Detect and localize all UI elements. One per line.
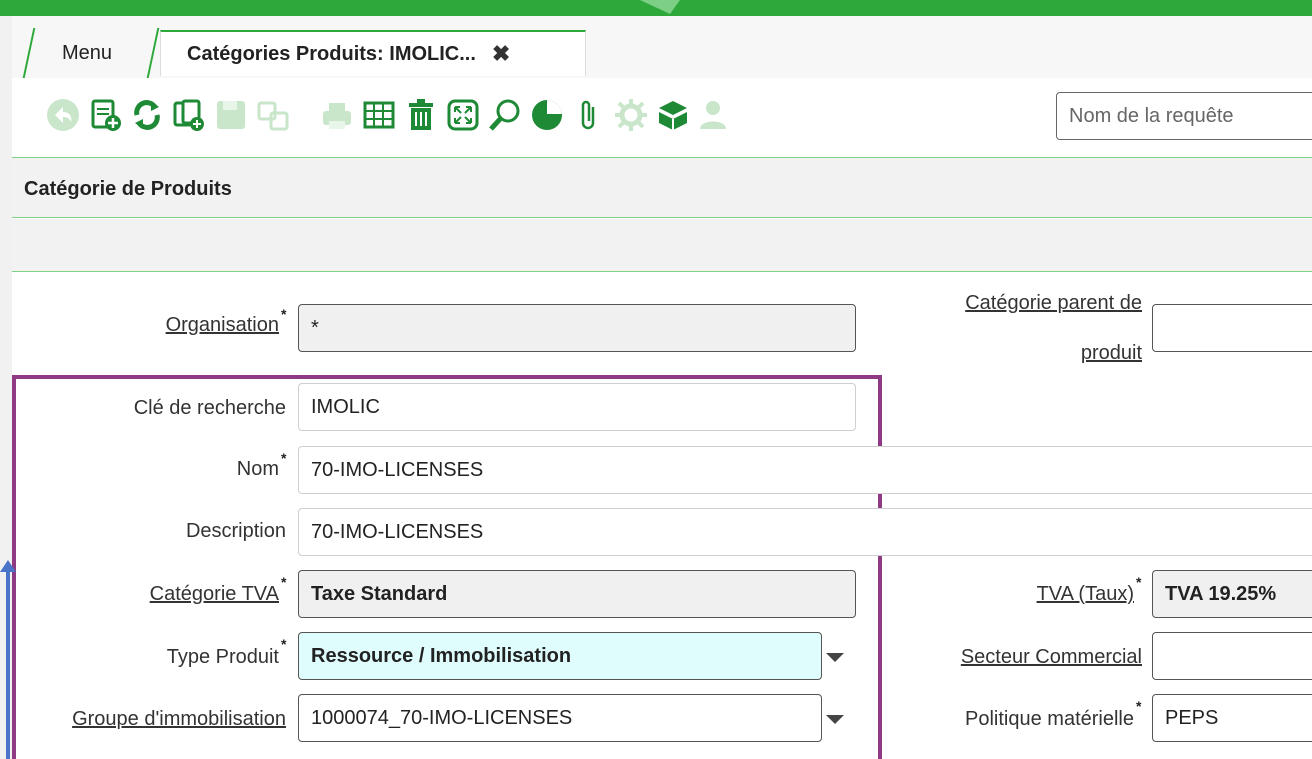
chevron-down-icon[interactable]	[826, 653, 844, 662]
description-value: 70-IMO-LICENSES	[311, 521, 484, 543]
chart-icon[interactable]	[526, 94, 568, 136]
section-title: Catégorie de Produits	[24, 178, 232, 200]
section-header: Catégorie de Produits	[12, 158, 1312, 218]
cle-recherche-label: Clé de recherche	[133, 397, 286, 419]
groupe-immobilisation-value: 1000074_70-IMO-LICENSES	[311, 707, 573, 729]
grid-view-icon[interactable]	[358, 94, 400, 136]
copy-record-icon[interactable]	[168, 94, 210, 136]
close-icon[interactable]: ✖	[492, 41, 510, 67]
toolbar: Nom de la requête	[12, 78, 1312, 158]
nom-label: Nom	[236, 458, 279, 480]
type-produit-select[interactable]: Ressource / Immobilisation	[298, 632, 822, 680]
new-record-icon[interactable]	[84, 94, 126, 136]
attachment-icon[interactable]	[568, 94, 610, 136]
politique-materielle-value: PEPS	[1165, 707, 1219, 729]
categorie-tva-value: Taxe Standard	[311, 583, 448, 605]
nom-field[interactable]: 70-IMO-LICENSES	[298, 446, 1312, 494]
tab-menu[interactable]: Menu	[48, 30, 152, 76]
chevron-down-icon[interactable]	[826, 715, 844, 724]
required-mark: *	[1136, 574, 1142, 590]
print-icon[interactable]	[316, 94, 358, 136]
organisation-field[interactable]: *	[298, 304, 856, 352]
cle-recherche-value: IMOLIC	[311, 396, 380, 418]
find-icon[interactable]	[484, 94, 526, 136]
fullscreen-icon[interactable]	[442, 94, 484, 136]
required-mark: *	[281, 574, 287, 590]
refresh-icon[interactable]	[126, 94, 168, 136]
categorie-parent-field[interactable]	[1152, 304, 1312, 352]
tva-taux-value: TVA 19.25%	[1165, 583, 1277, 605]
save-icon[interactable]	[210, 94, 252, 136]
groupe-immobilisation-select[interactable]: 1000074_70-IMO-LICENSES	[298, 694, 822, 742]
groupe-immobilisation-label[interactable]: Groupe d'immobilisation	[72, 708, 286, 731]
tab-active-label: Catégories Produits: IMOLIC...	[187, 42, 476, 65]
required-mark: *	[1136, 698, 1142, 714]
organisation-label[interactable]: Organisation	[166, 314, 279, 337]
politique-materielle-field[interactable]: PEPS	[1152, 694, 1312, 742]
required-mark: *	[281, 450, 287, 466]
user-icon[interactable]	[694, 94, 736, 136]
tab-menu-label: Menu	[62, 41, 113, 64]
categorie-tva-field[interactable]: Taxe Standard	[298, 570, 856, 618]
type-produit-value: Ressource / Immobilisation	[311, 645, 572, 667]
secteur-commercial-label[interactable]: Secteur Commercial	[961, 646, 1142, 669]
save-new-icon[interactable]	[252, 94, 294, 136]
section-subband	[12, 219, 1312, 272]
categorie-parent-label-line2[interactable]: produit	[1081, 342, 1142, 365]
nom-value: 70-IMO-LICENSES	[311, 459, 484, 481]
description-label: Description	[185, 520, 286, 542]
delete-icon[interactable]	[400, 94, 442, 136]
type-produit-label: Type Produit	[166, 646, 279, 668]
top-notch-shape	[640, 0, 680, 14]
organisation-value: *	[311, 317, 319, 339]
settings-icon[interactable]	[610, 94, 652, 136]
categorie-parent-label-line1[interactable]: Catégorie parent de	[965, 292, 1142, 315]
tva-taux-field[interactable]: TVA 19.25%	[1152, 570, 1312, 618]
query-name-input[interactable]: Nom de la requête	[1056, 92, 1312, 140]
categorie-tva-label[interactable]: Catégorie TVA	[150, 583, 279, 606]
secteur-commercial-field[interactable]	[1152, 632, 1312, 680]
tab-separator	[22, 28, 36, 78]
required-mark: *	[281, 636, 287, 652]
description-field[interactable]: 70-IMO-LICENSES	[298, 508, 1312, 556]
tab-bar: Menu Catégories Produits: IMOLIC... ✖	[12, 16, 1312, 78]
cle-recherche-field[interactable]: IMOLIC	[298, 383, 856, 431]
politique-materielle-label: Politique matérielle	[965, 708, 1134, 730]
undo-icon[interactable]	[42, 94, 84, 136]
tva-taux-label[interactable]: TVA (Taux)	[1037, 583, 1134, 606]
required-mark: *	[281, 306, 287, 322]
query-name-placeholder: Nom de la requête	[1069, 105, 1234, 127]
archive-icon[interactable]	[652, 94, 694, 136]
tab-categories-produits[interactable]: Catégories Produits: IMOLIC... ✖	[160, 30, 586, 76]
annotation-arrow-stem	[6, 571, 10, 759]
